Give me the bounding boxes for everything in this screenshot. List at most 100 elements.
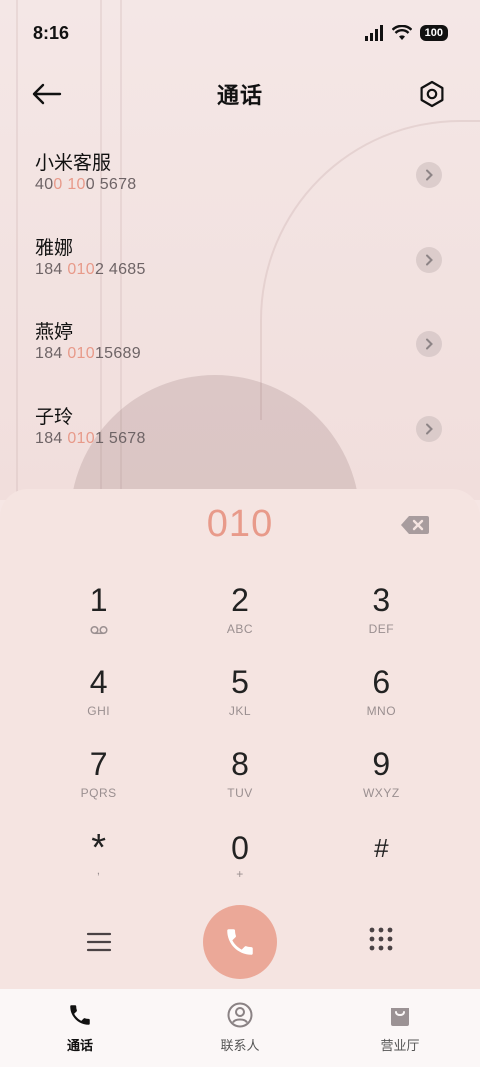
contact-item[interactable]: 燕婷 184 01015689 (0, 309, 480, 394)
contact-name: 雅娜 (35, 237, 74, 259)
voicemail-icon (90, 625, 108, 635)
dialpad-panel: 010 1 2 ABC 3 DEF 4 GHI 5 JKL 6 MNO 7 PQ… (0, 489, 480, 989)
key-letters: TUV (227, 786, 253, 800)
number-match: 010 (67, 429, 95, 447)
key-letters: DEF (368, 622, 395, 636)
phone-icon (227, 929, 253, 955)
key-digit: 9 (372, 746, 391, 782)
menu-icon (86, 932, 112, 952)
contact-name: 燕婷 (35, 322, 74, 343)
key-row: * , 0 + # (28, 827, 452, 909)
number-part: 15689 (94, 345, 141, 362)
delete-button[interactable] (400, 515, 432, 537)
status-time: 8:16 (33, 22, 70, 43)
number-part: 40 (35, 176, 54, 193)
number-part: 1 5678 (94, 429, 146, 447)
key-letters: PQRS (80, 786, 117, 800)
key-5[interactable]: 5 JKL (169, 663, 310, 745)
key-digit: # (374, 833, 389, 863)
number-match: 010 (67, 345, 95, 362)
number-part: 2 4685 (94, 260, 146, 278)
key-digit: 0 (231, 830, 249, 866)
number-match: 010 (67, 260, 95, 278)
tab-label: 营业厅 (380, 1038, 420, 1053)
contact-name: 子玲 (35, 406, 74, 428)
tab-label: 联系人 (220, 1038, 260, 1053)
key-letters: MNO (366, 704, 397, 718)
key-hash[interactable]: # (311, 827, 452, 909)
key-4[interactable]: 4 GHI (28, 663, 169, 745)
key-letters: WXYZ (362, 786, 400, 800)
key-digit: 4 (89, 664, 108, 700)
arrow-left-icon (32, 83, 62, 105)
key-6[interactable]: 6 MNO (311, 663, 452, 745)
contact-detail-button[interactable] (416, 162, 442, 188)
signal-icon (364, 25, 383, 41)
number-part: 184 (35, 345, 68, 362)
tab-label: 通话 (66, 1038, 93, 1053)
key-1[interactable]: 1 (28, 581, 169, 663)
contact-number: 184 0102 4685 (35, 261, 480, 279)
contact-name: 小米客服 (35, 153, 112, 174)
tab-calls[interactable]: 通话 (0, 989, 160, 1067)
call-button[interactable] (203, 905, 277, 979)
hexagon-gear-icon (420, 80, 444, 108)
phone-icon (66, 1001, 94, 1029)
key-row: 4 GHI 5 JKL 6 MNO (28, 663, 452, 745)
key-2[interactable]: 2 ABC (169, 581, 310, 663)
number-part: 184 (35, 260, 68, 278)
key-row: 7 PQRS 8 TUV 9 WXYZ (28, 745, 452, 827)
status-icons: 100 (364, 25, 448, 41)
key-3[interactable]: 3 DEF (311, 581, 452, 663)
contact-number: 184 0101 5678 (35, 430, 480, 448)
key-digit: 2 (231, 582, 249, 618)
tab-contacts[interactable]: 联系人 (160, 989, 320, 1067)
key-9[interactable]: 9 WXYZ (311, 745, 452, 827)
contact-detail-button[interactable] (416, 415, 442, 442)
key-row: 1 2 ABC 3 DEF (28, 581, 452, 663)
key-digit: 5 (231, 664, 249, 700)
key-0[interactable]: 0 + (169, 827, 310, 909)
key-8[interactable]: 8 TUV (169, 745, 310, 827)
chevron-right-icon (426, 254, 433, 265)
contact-icon (226, 1001, 254, 1029)
key-star[interactable]: * , (28, 827, 169, 909)
tab-service-hall[interactable]: 营业厅 (320, 989, 480, 1067)
key-letters: GHI (87, 704, 111, 718)
number-part: 0 5678 (85, 176, 137, 193)
chevron-right-icon (426, 169, 433, 181)
number-part: 184 (35, 429, 68, 447)
contact-number: 184 01015689 (35, 345, 480, 363)
chevron-right-icon (426, 423, 433, 434)
key-letters: , (96, 863, 101, 877)
key-letters: JKL (228, 704, 252, 718)
keypad: 1 2 ABC 3 DEF 4 GHI 5 JKL 6 MNO 7 PQRS 8… (28, 581, 452, 909)
key-letters: + (236, 867, 244, 881)
number-match: 0 10 (53, 176, 86, 193)
contact-item[interactable]: 小米客服 400 100 5678 (0, 140, 480, 225)
contact-number: 400 100 5678 (35, 176, 480, 194)
wifi-icon (391, 25, 412, 40)
back-button[interactable] (30, 78, 66, 110)
status-bar: 8:16 100 (0, 0, 480, 66)
shopping-bag-icon (386, 1001, 414, 1029)
dialpad-toggle-button[interactable] (366, 925, 396, 955)
key-7[interactable]: 7 PQRS (28, 745, 169, 827)
key-digit: 1 (89, 582, 108, 618)
dialpad-icon (369, 927, 393, 951)
menu-button[interactable] (84, 927, 114, 957)
key-digit: 6 (372, 664, 391, 700)
settings-button[interactable] (414, 76, 450, 112)
key-digit: 7 (89, 746, 108, 782)
bottom-nav: 通话 联系人 营业厅 (0, 989, 480, 1067)
contact-item[interactable]: 子玲 184 0101 5678 (0, 394, 480, 479)
dialpad-actions (0, 905, 480, 981)
page-title: 通话 (216, 83, 263, 108)
contact-detail-button[interactable] (416, 246, 442, 273)
battery-indicator: 100 (419, 25, 448, 41)
backspace-icon (401, 516, 429, 534)
key-digit: 3 (372, 582, 391, 618)
contact-item[interactable]: 雅娜 184 0102 4685 (0, 225, 480, 310)
contact-detail-button[interactable] (416, 331, 442, 357)
contact-list: 小米客服 400 100 5678 雅娜 184 0102 4685 燕婷 18… (0, 140, 480, 478)
